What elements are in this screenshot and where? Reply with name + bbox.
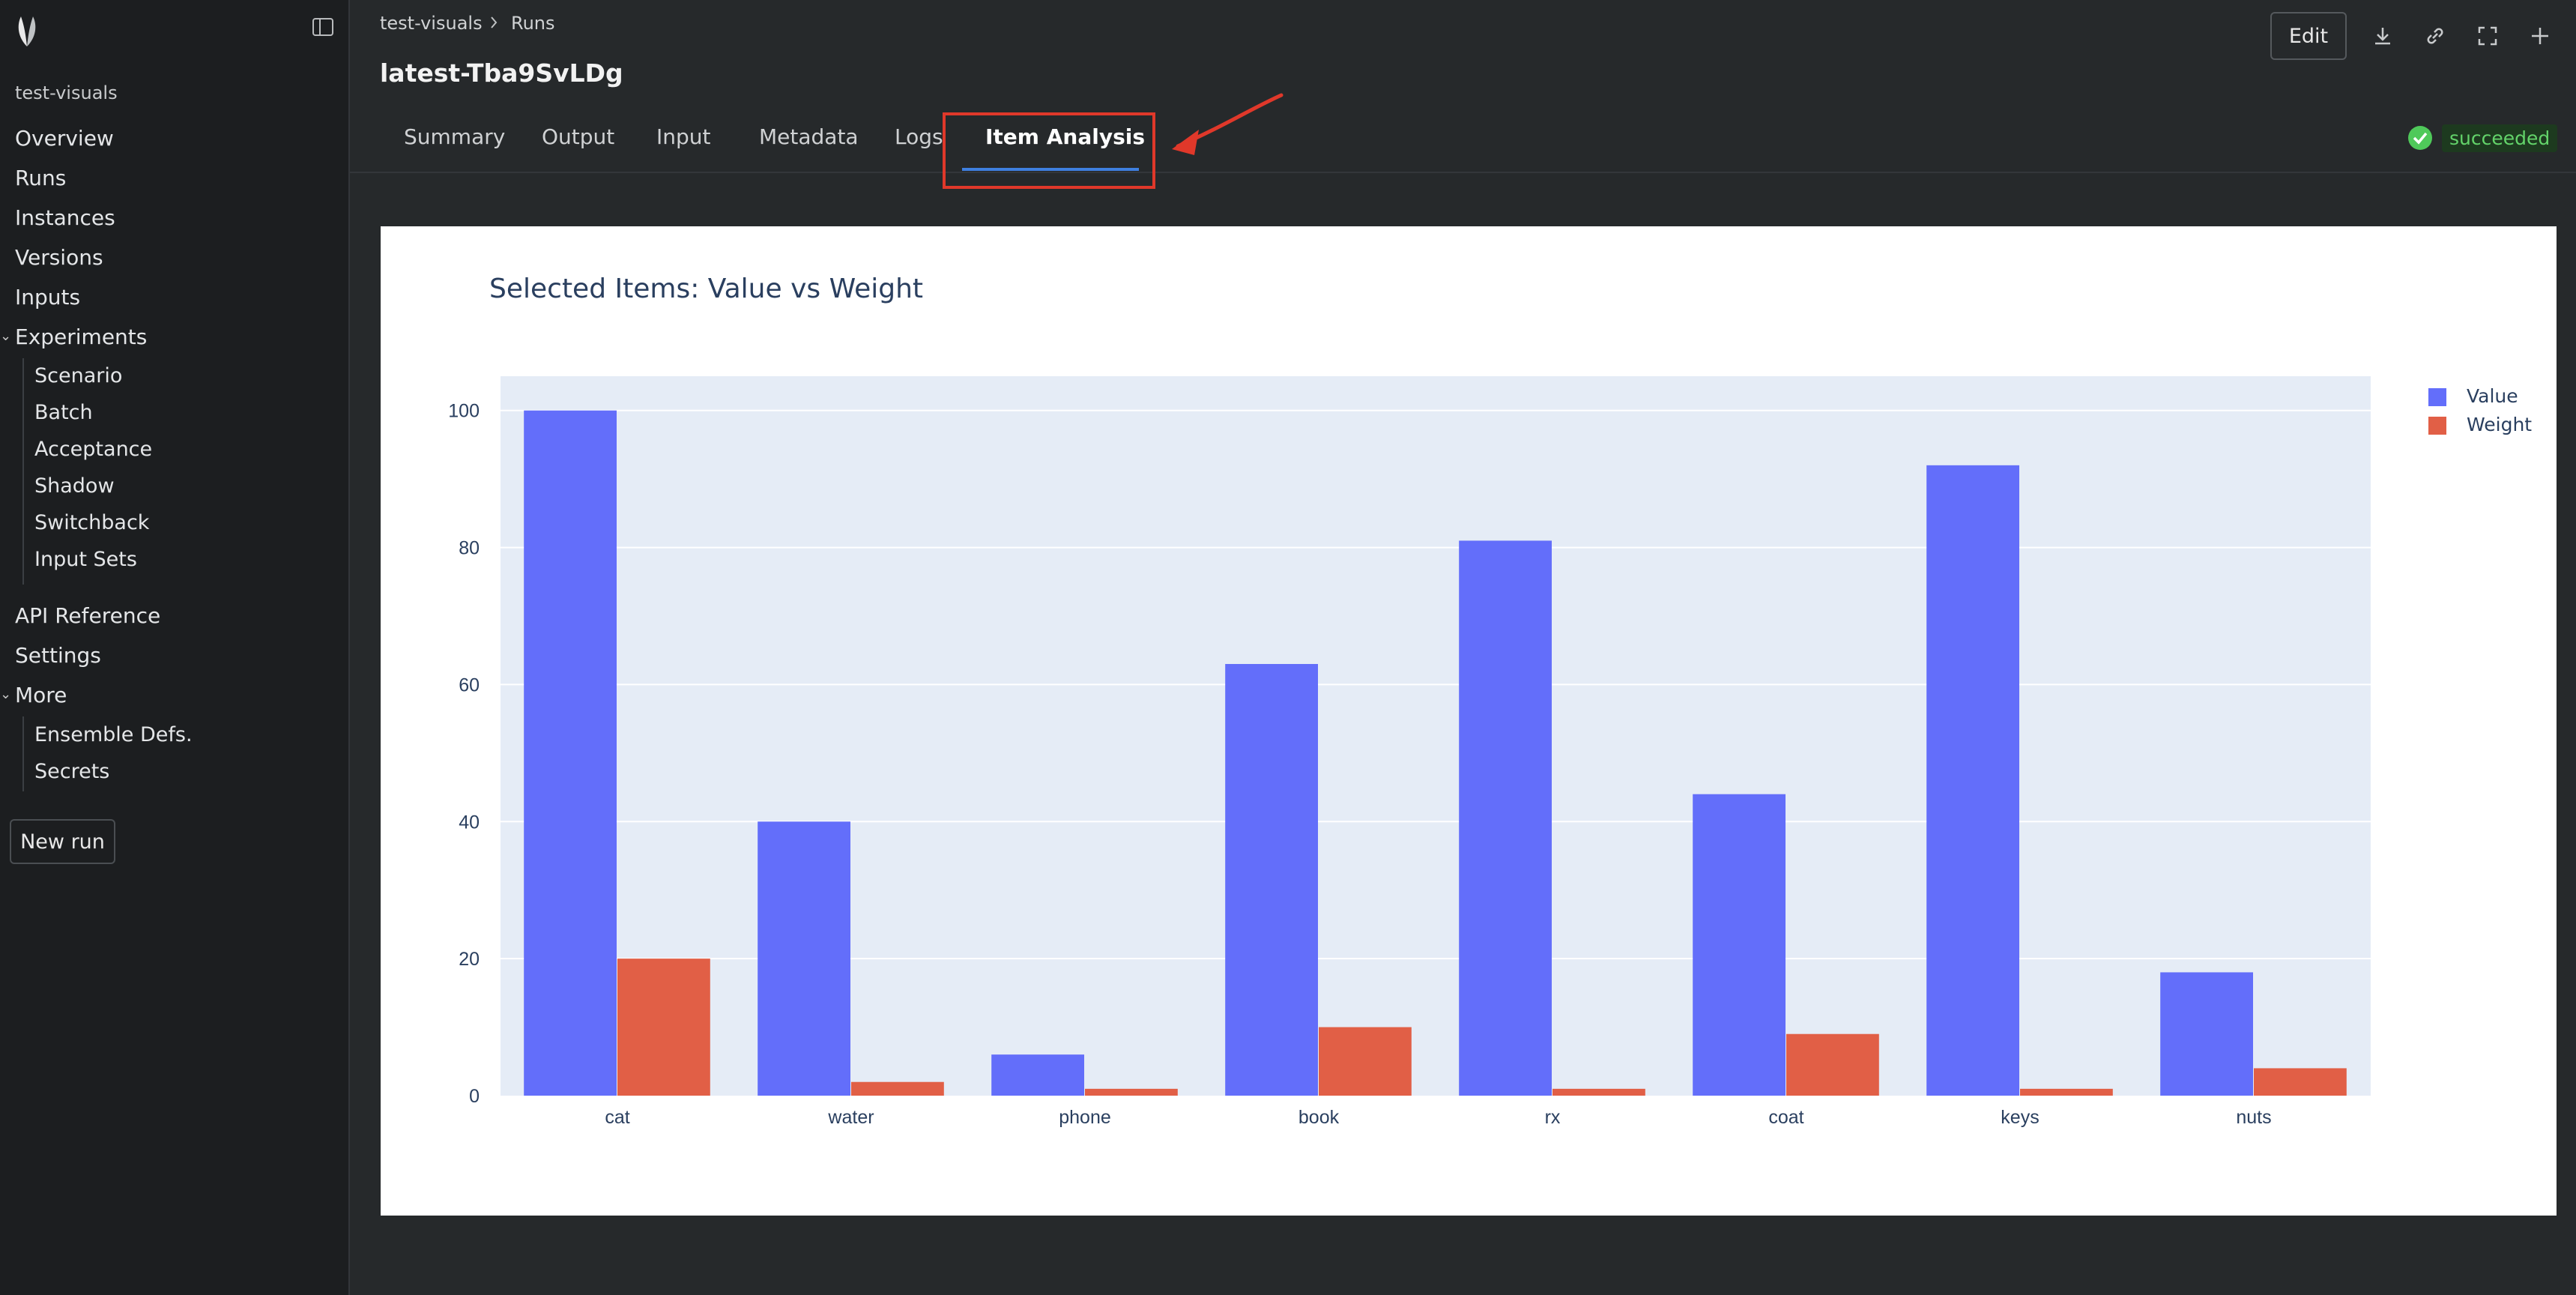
tab-summary[interactable]: Summary (404, 124, 505, 149)
chevron-down-icon[interactable]: ⌄ (0, 686, 11, 702)
nav-runs[interactable]: Runs (15, 166, 66, 190)
bar-value-phone (991, 1054, 1084, 1096)
nav-inputs[interactable]: Inputs (15, 285, 80, 310)
chevron-down-icon[interactable]: ⌄ (0, 328, 11, 344)
bar-value-keys (1926, 465, 2019, 1096)
download-icon[interactable] (2368, 12, 2398, 60)
nav-scenario[interactable]: Scenario (34, 364, 122, 387)
tab-metadata[interactable]: Metadata (759, 124, 859, 149)
tab-input[interactable]: Input (656, 124, 711, 149)
bar-value-coat (1693, 794, 1786, 1096)
x-tick-label: cat (605, 1107, 629, 1128)
nav-acceptance[interactable]: Acceptance (34, 438, 152, 461)
bar-weight-book (1319, 1027, 1412, 1096)
legend-label-weight[interactable]: Weight (2467, 414, 2532, 435)
nav-shadow[interactable]: Shadow (34, 474, 115, 498)
x-tick-label: book (1298, 1107, 1340, 1128)
nav-ensemble-defs[interactable]: Ensemble Defs. (34, 723, 193, 746)
bar-weight-coat (1786, 1033, 1879, 1096)
sidebar-toggle-icon[interactable] (312, 16, 334, 37)
nav-versions[interactable]: Versions (15, 245, 103, 270)
y-tick-label: 60 (459, 674, 480, 695)
add-icon[interactable] (2525, 12, 2555, 60)
bar-value-nuts (2160, 972, 2253, 1096)
legend-label-value[interactable]: Value (2467, 385, 2518, 407)
annotation-arrow-icon (1172, 93, 1284, 155)
bar-value-cat (524, 410, 617, 1096)
tabbar-divider (350, 172, 2576, 173)
nav-switchback[interactable]: Switchback (34, 511, 149, 534)
y-tick-label: 100 (448, 401, 480, 422)
bar-weight-water (851, 1081, 944, 1096)
x-tick-label: keys (2001, 1107, 2039, 1128)
x-tick-label: rx (1545, 1107, 1561, 1128)
nav-api-reference[interactable]: API Reference (15, 603, 160, 628)
status-badge: succeeded (2442, 124, 2558, 152)
sidebar: test-visuals Overview Runs Instances Ver… (0, 0, 350, 1295)
nav-batch[interactable]: Batch (34, 401, 93, 424)
bar-weight-cat (617, 959, 710, 1096)
bar-value-rx (1459, 540, 1552, 1096)
bar-value-water (758, 821, 850, 1096)
bar-weight-nuts (2254, 1068, 2347, 1096)
y-tick-label: 20 (459, 949, 480, 970)
bar-weight-keys (2020, 1088, 2113, 1096)
y-tick-label: 80 (459, 538, 480, 559)
x-tick-label: coat (1768, 1107, 1803, 1128)
edit-button[interactable]: Edit (2270, 12, 2347, 60)
nav-input-sets[interactable]: Input Sets (34, 548, 137, 571)
tab-output[interactable]: Output (542, 124, 614, 149)
app-logo-icon[interactable] (13, 15, 40, 48)
bar-value-book (1225, 664, 1318, 1096)
run-status: succeeded (2407, 121, 2558, 154)
project-name: test-visuals (15, 82, 118, 103)
nav-experiments[interactable]: Experiments (15, 324, 147, 349)
x-tick-label: nuts (2236, 1107, 2271, 1128)
breadcrumb-runs[interactable]: Runs (511, 13, 555, 34)
annotation-highlight-box (943, 112, 1155, 189)
page-title: latest-Tba9SvLDg (380, 58, 623, 88)
bar-weight-phone (1085, 1088, 1178, 1096)
submenu-rule (22, 358, 24, 585)
x-tick-label: water (827, 1107, 874, 1128)
check-circle-icon (2408, 126, 2432, 150)
link-icon[interactable] (2420, 12, 2450, 60)
fullscreen-icon[interactable] (2473, 12, 2503, 60)
nav-secrets[interactable]: Secrets (34, 760, 109, 783)
nav-more[interactable]: More (15, 683, 67, 707)
nav-instances[interactable]: Instances (15, 205, 115, 230)
chart-plot: 0 20 40 60 80 100 cat water phone book rx coat keys n… (448, 376, 2371, 1128)
breadcrumb-project[interactable]: test-visuals (380, 13, 483, 34)
y-tick-label: 0 (469, 1086, 480, 1107)
y-tick-label: 40 (459, 812, 480, 833)
nav-overview[interactable]: Overview (15, 126, 114, 151)
tab-logs[interactable]: Logs (895, 124, 943, 149)
submenu-rule (22, 716, 24, 791)
x-tick-label: phone (1059, 1107, 1111, 1128)
bar-weight-rx (1552, 1088, 1645, 1096)
legend-swatch-weight (2428, 417, 2446, 435)
legend-swatch-value (2428, 388, 2446, 406)
new-run-button[interactable]: New run (10, 819, 115, 864)
nav-settings[interactable]: Settings (15, 643, 101, 668)
chevron-right-icon (491, 16, 498, 28)
